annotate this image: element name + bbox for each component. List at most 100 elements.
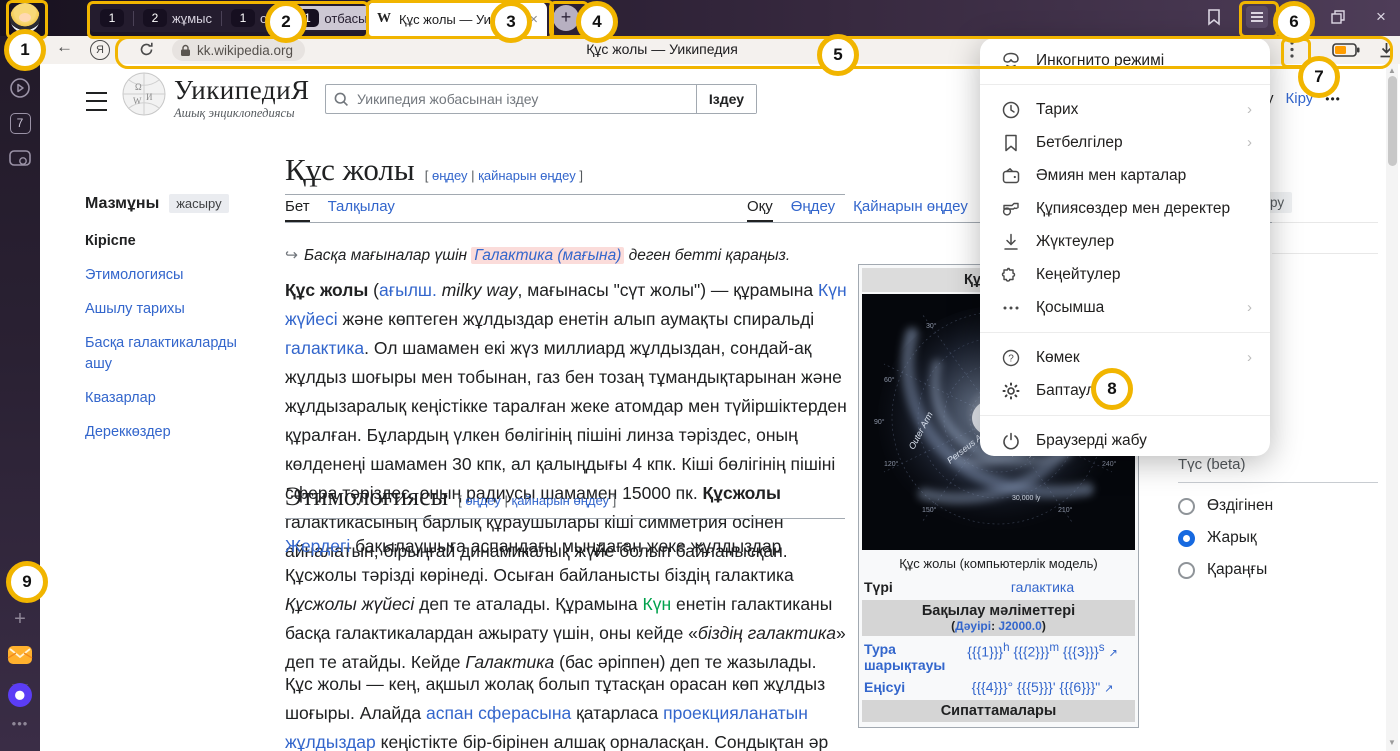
power-icon (1000, 430, 1021, 451)
radio-option-dark[interactable]: Қараңғы (1178, 561, 1378, 579)
etymology-paragraph-2: Құс жолы — кең, ақшыл жолақ болып тұтасқ… (285, 670, 852, 751)
radio-icon[interactable] (1178, 498, 1195, 515)
back-icon[interactable]: ← (56, 37, 73, 57)
lead-paragraph: Құс жолы (ағылш. milky way, мағынасы "сү… (285, 276, 852, 566)
alice-assistant-icon[interactable] (0, 682, 40, 708)
svg-text:150°: 150° (922, 506, 937, 514)
callout-3: 3 (490, 1, 532, 43)
menu-item-bookmarks[interactable]: Бетбелгілер › (980, 126, 1270, 159)
wiki-menu-hamburger-icon[interactable] (86, 92, 107, 111)
radio-option-auto[interactable]: Өздігінен (1178, 497, 1378, 515)
toc-hide-button[interactable]: жасыру (169, 194, 228, 213)
chevron-right-icon: › (1247, 101, 1252, 118)
etymology-paragraph-1: Жердегі бақылаушыға аспандағы мыңдаған ж… (285, 532, 852, 677)
search-placeholder: Уикипедия жобасынан іздеу (357, 91, 696, 107)
callout-4: 4 (576, 1, 618, 43)
sidebar-more-icon[interactable]: ••• (0, 716, 40, 731)
tab-talk[interactable]: Талқылау (328, 198, 395, 222)
infobox-type-row: Түрі галактика (862, 576, 1135, 598)
menu-item-more[interactable]: Қосымша › (980, 291, 1270, 324)
toc-item-etymology[interactable]: Этимологиясы (85, 265, 275, 286)
video-play-icon[interactable] (0, 76, 40, 100)
menu-item-downloads[interactable]: Жүктеулер (980, 225, 1270, 258)
svg-text:90°: 90° (874, 418, 885, 426)
table-of-contents: Мазмұны жасыру Кіріспе Этимологиясы Ашыл… (85, 194, 275, 443)
infobox-characteristics-header: Сипаттамалары (862, 700, 1135, 722)
tab-counter-badge[interactable]: 7 (0, 113, 40, 134)
hatnote-arrow-icon: ↪ (285, 247, 298, 264)
wikipedia-globe-logo[interactable]: ΩИW (120, 70, 168, 118)
svg-text:120°: 120° (884, 460, 899, 468)
svg-text:210°: 210° (1058, 506, 1073, 514)
search-input[interactable]: Уикипедия жобасынан іздеу Іздеу (325, 84, 757, 114)
callout-8: 8 (1091, 368, 1133, 410)
close-window-icon[interactable]: × (1376, 7, 1386, 27)
mail-icon[interactable] (0, 644, 40, 666)
toc-item-other-galaxies[interactable]: Басқа галактикаларды ашу (85, 333, 260, 375)
app-sidebar: 7 + ••• (0, 36, 40, 751)
hatnote: ↪Басқа мағыналар үшін Галактика (мағына)… (285, 246, 850, 265)
callout-6: 6 (1273, 1, 1315, 43)
page-title: Құс жолы (285, 152, 415, 188)
svg-text:Ω: Ω (135, 82, 142, 92)
divider (1272, 222, 1378, 223)
radio-icon[interactable] (1178, 562, 1195, 579)
svg-text:30,000 ly: 30,000 ly (1012, 495, 1041, 502)
menu-item-quit[interactable]: Браузерді жабу (980, 424, 1270, 457)
menu-item-passwords[interactable]: Құпиясөздер мен деректер (980, 192, 1270, 225)
chevron-right-icon: › (1247, 299, 1252, 316)
scroll-down-icon[interactable]: ▼ (1386, 738, 1398, 747)
scrollbar-thumb[interactable] (1388, 76, 1397, 166)
browser-window: 1 2 жұмыс 1 оқу 1 отбасы хобби ∨ W Құс ж… (0, 0, 1400, 751)
chevron-right-icon: › (1247, 349, 1252, 366)
tab-edit[interactable]: Өңдеу (791, 198, 835, 222)
scroll-up-icon[interactable]: ▲ (1386, 66, 1398, 75)
restore-window-icon[interactable] (1330, 9, 1346, 25)
svg-text:И: И (146, 92, 153, 102)
toc-item-sources[interactable]: Дереккөздер (85, 422, 275, 443)
help-icon: ? (1000, 347, 1021, 368)
tab-page[interactable]: Бет (285, 198, 310, 222)
section-edit-links[interactable]: [ өңдеу | қайнарын өңдеу ] (458, 493, 616, 508)
passwords-key-icon (1000, 198, 1021, 219)
chevron-right-icon: › (1247, 134, 1252, 151)
infobox-caption: Құс жолы (компьютерлік модель) (862, 550, 1135, 576)
divider (980, 332, 1270, 333)
svg-text:W: W (133, 96, 142, 106)
type-value-link[interactable]: галактика (952, 579, 1133, 595)
dec-label-link[interactable]: Еңісуі (864, 679, 952, 695)
radio-selected-icon[interactable] (1178, 530, 1195, 547)
title-edit-links[interactable]: [ өңдеу | қайнарын өңдеу ] (425, 168, 583, 183)
toc-item-discovery[interactable]: Ашылу тарихы (85, 299, 275, 320)
tab-edit-source[interactable]: Қайнарын өңдеу (853, 198, 968, 222)
toc-title: Мазмұны (85, 195, 159, 213)
color-settings-panel: Түс (beta) Өздігінен Жарық Қараңғы (1178, 456, 1378, 593)
menu-item-help[interactable]: ? Көмек › (980, 341, 1270, 374)
wikipedia-wordmark[interactable]: УикипедиЯ Ашық энциклопедиясы (174, 75, 310, 121)
divider (980, 84, 1270, 85)
menu-item-extensions[interactable]: Кеңейтулер (980, 258, 1270, 291)
callout-9: 9 (6, 561, 48, 603)
add-panel-icon[interactable]: + (0, 608, 40, 631)
toc-item-intro[interactable]: Кіріспе (85, 231, 275, 252)
infobox-dec-row: Еңісуі {{{4}}}° {{{5}}}' {{{6}}}" ↗ (862, 676, 1135, 698)
yandex-icon[interactable]: Я (90, 40, 110, 60)
svg-text:60°: 60° (884, 376, 895, 384)
ra-label-link[interactable]: Тура шарықтауы (864, 641, 952, 673)
divider (980, 415, 1270, 416)
color-panel-title: Түс (beta) (1178, 456, 1378, 473)
toc-item-quasars[interactable]: Квазарлар (85, 388, 275, 409)
screenshot-icon[interactable] (0, 148, 40, 169)
tab-read[interactable]: Оқу (747, 198, 773, 222)
callout-7: 7 (1298, 56, 1340, 98)
menu-item-history[interactable]: Тарих › (980, 93, 1270, 126)
callout-1: 1 (4, 29, 46, 71)
menu-item-wallet[interactable]: Әмиян мен карталар (980, 159, 1270, 192)
radio-option-light[interactable]: Жарық (1178, 529, 1378, 547)
page-scrollbar[interactable]: ▲ ▼ (1386, 64, 1398, 751)
search-icon (334, 92, 349, 107)
callout-5: 5 (817, 34, 859, 76)
sidebar-panel-icon[interactable] (1204, 7, 1224, 27)
search-button[interactable]: Іздеу (696, 85, 756, 113)
svg-text:30°: 30° (926, 322, 937, 330)
